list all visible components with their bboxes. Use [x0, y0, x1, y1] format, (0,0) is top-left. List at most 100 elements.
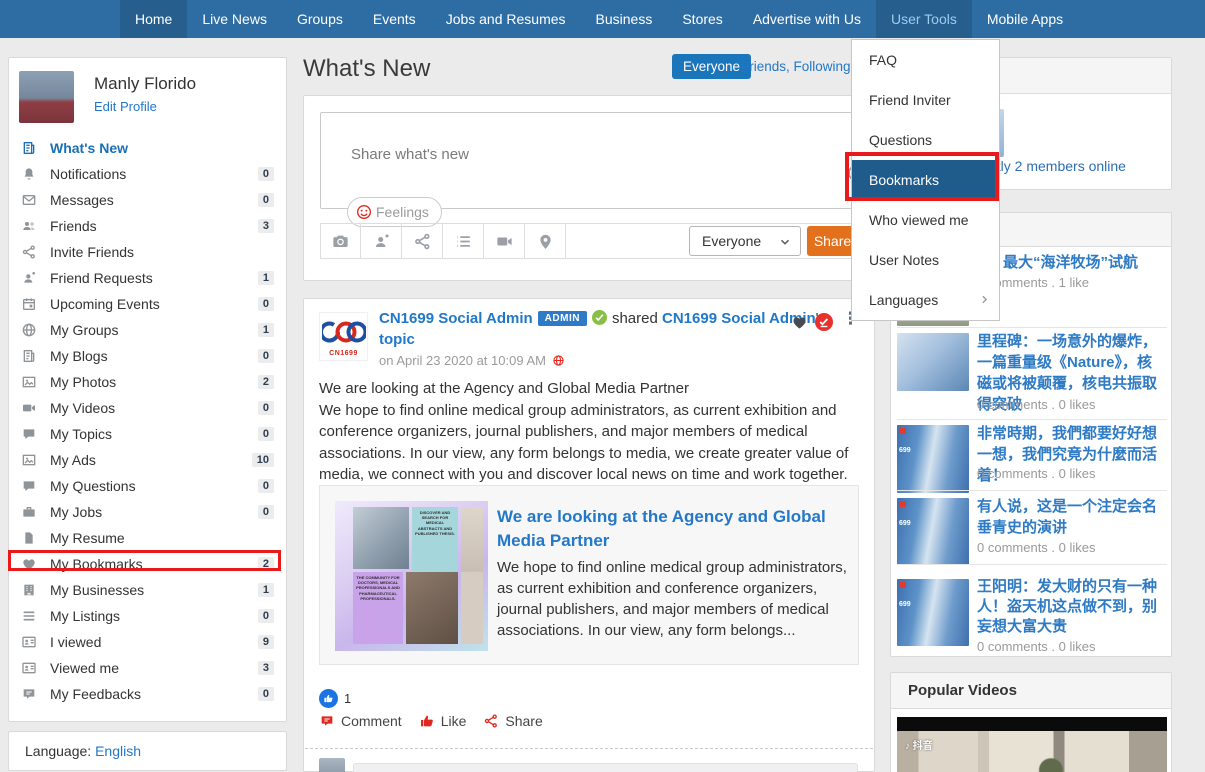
post-author-avatar[interactable]: CN1699	[319, 312, 368, 361]
sidebar-item-i-viewed[interactable]: I viewed9	[9, 629, 286, 655]
link-preview-title[interactable]: We are looking at the Agency and Global …	[497, 505, 852, 553]
count-badge: 2	[258, 557, 274, 571]
video-icon	[21, 400, 37, 416]
profile-block: Manly Florido Edit Profile	[9, 58, 286, 135]
feed-post: CN1699 CN1699 Social AdminADMINshared CN…	[303, 298, 875, 772]
menu-item-questions[interactable]: Questions	[852, 120, 999, 160]
news-thumbnail[interactable]	[897, 579, 969, 646]
sidebar-item-my-listings[interactable]: My Listings0	[9, 603, 286, 629]
ad-frame-icon	[21, 452, 37, 468]
filter-everyone-button[interactable]: Everyone	[672, 54, 751, 79]
sidebar-item-friend-requests[interactable]: Friend Requests1	[9, 265, 286, 291]
video-thumbnail[interactable]: ♪ 抖音	[897, 717, 1167, 772]
profile-name: Manly Florido	[94, 71, 274, 94]
sidebar-item-my-resume[interactable]: My Resume	[9, 525, 286, 551]
video-button[interactable]	[484, 224, 525, 258]
app-window: Home Live News Groups Events Jobs and Re…	[0, 0, 1205, 772]
location-button[interactable]	[525, 224, 566, 258]
share-link-button[interactable]	[402, 224, 443, 258]
like-count-icon	[319, 689, 338, 708]
link-preview-description: We hope to find online medical group adm…	[497, 557, 855, 641]
nav-item-stores[interactable]: Stores	[667, 0, 737, 38]
public-globe-icon	[552, 354, 565, 367]
link-preview-image[interactable]: DISCOVER AND SEARCH FOR MEDICAL ABSTRACT…	[335, 501, 488, 651]
nav-item-user-tools[interactable]: User Tools	[876, 0, 972, 38]
language-link[interactable]: English	[95, 743, 141, 759]
menu-item-user-notes[interactable]: User Notes	[852, 240, 999, 280]
share-icon	[21, 244, 37, 260]
sidebar-item-my-bookmarks[interactable]: My Bookmarks2	[9, 551, 286, 577]
sidebar-item-my-blogs[interactable]: My Blogs0	[9, 343, 286, 369]
collage-text-tile-2: THE COMMUNITY FOR DOCTORS, MEDICAL PROFE…	[353, 572, 403, 644]
user-plus-icon	[21, 270, 37, 286]
audience-select[interactable]: Everyone	[689, 226, 801, 256]
count-badge: 3	[258, 219, 274, 233]
nav-item-business[interactable]: Business	[581, 0, 668, 38]
menu-item-bookmarks[interactable]: Bookmarks	[852, 160, 999, 200]
nav-item-events[interactable]: Events	[358, 0, 431, 38]
edit-profile-link[interactable]: Edit Profile	[94, 94, 274, 114]
sidebar-item-upcoming-events[interactable]: Upcoming Events0	[9, 291, 286, 317]
sidebar-item-my-topics[interactable]: My Topics0	[9, 421, 286, 447]
favorite-heart-icon[interactable]	[791, 314, 808, 331]
link-preview-card[interactable]: DISCOVER AND SEARCH FOR MEDICAL ABSTRACT…	[319, 485, 859, 665]
sidebar-item-my-groups[interactable]: My Groups1	[9, 317, 286, 343]
topic-link[interactable]: topic	[379, 331, 415, 348]
sidebar-item-invite-friends[interactable]: Invite Friends	[9, 239, 286, 265]
avatar[interactable]	[19, 71, 74, 123]
sidebar-item-notifications[interactable]: Notifications0	[9, 161, 286, 187]
sidebar-item-my-questions[interactable]: My Questions0	[9, 473, 286, 499]
video-frame	[897, 731, 1167, 772]
sidebar-item-my-feedbacks[interactable]: My Feedbacks0	[9, 681, 286, 707]
share-button[interactable]: Share	[483, 713, 542, 729]
approved-badge-icon[interactable]	[815, 313, 833, 331]
menu-item-faq[interactable]: FAQ	[852, 40, 999, 80]
news-title[interactable]: 王阳明：发大财的只有一种人！盗天机这点做不到，别妄想大富大贵	[977, 577, 1163, 637]
news-icon	[21, 140, 37, 156]
nav-item-mobile-apps[interactable]: Mobile Apps	[972, 0, 1078, 38]
sidebar-item-viewed-me[interactable]: Viewed me3	[9, 655, 286, 681]
sidebar-item-my-businesses[interactable]: My Businesses1	[9, 577, 286, 603]
share-icon	[483, 713, 499, 729]
nav-item-jobs-resumes[interactable]: Jobs and Resumes	[431, 0, 581, 38]
nav-item-live-news[interactable]: Live News	[187, 0, 282, 38]
post-author-link[interactable]: CN1699 Social Admin	[379, 310, 533, 327]
video-camera-icon	[495, 232, 514, 251]
sidebar-item-friends[interactable]: Friends3	[9, 213, 286, 239]
language-card: Language: English	[8, 731, 287, 771]
collage-photo-sliver-2	[461, 572, 483, 644]
menu-item-languages[interactable]: Languages	[852, 280, 999, 320]
count-badge: 0	[258, 297, 274, 311]
sidebar-item-my-photos[interactable]: My Photos2	[9, 369, 286, 395]
news-title[interactable]: 有人说，这是一个注定会名垂青史的演讲	[977, 496, 1163, 538]
comment-button[interactable]: Comment	[319, 713, 402, 729]
nav-item-groups[interactable]: Groups	[282, 0, 358, 38]
list-button[interactable]	[443, 224, 484, 258]
heart-icon	[21, 556, 37, 572]
news-thumbnail[interactable]	[897, 333, 969, 391]
sidebar-item-whats-new[interactable]: What's New	[9, 135, 286, 161]
nav-item-home[interactable]: Home	[120, 0, 187, 38]
sidebar-item-my-jobs[interactable]: My Jobs0	[9, 499, 286, 525]
nav-item-advertise[interactable]: Advertise with Us	[738, 0, 876, 38]
tag-friend-button[interactable]	[361, 224, 402, 258]
menu-item-friend-inviter[interactable]: Friend Inviter	[852, 80, 999, 120]
sidebar-item-my-ads[interactable]: My Ads10	[9, 447, 286, 473]
sidebar-item-messages[interactable]: Messages0	[9, 187, 286, 213]
composer-input[interactable]: Share what's new Feelings	[320, 112, 858, 209]
news-thumbnail[interactable]	[897, 425, 969, 493]
verified-check-icon	[592, 310, 607, 325]
comment-input[interactable]	[353, 763, 858, 772]
feedback-icon	[21, 686, 37, 702]
news-comments: 0 comments . 0 likes	[977, 466, 1096, 481]
profile-sidebar: Manly Florido Edit Profile What's New No…	[8, 57, 287, 722]
sidebar-item-my-videos[interactable]: My Videos0	[9, 395, 286, 421]
filter-friends-link[interactable]: Friends, Following &	[741, 59, 863, 74]
news-title[interactable]: 最大“海洋牧场”试航	[1003, 252, 1167, 273]
like-button[interactable]: Like	[419, 713, 467, 729]
photo-button[interactable]	[320, 224, 361, 258]
chats-icon	[21, 478, 37, 494]
user-plus-icon	[372, 232, 391, 251]
menu-item-who-viewed-me[interactable]: Who viewed me	[852, 200, 999, 240]
news-thumbnail[interactable]	[897, 498, 969, 565]
